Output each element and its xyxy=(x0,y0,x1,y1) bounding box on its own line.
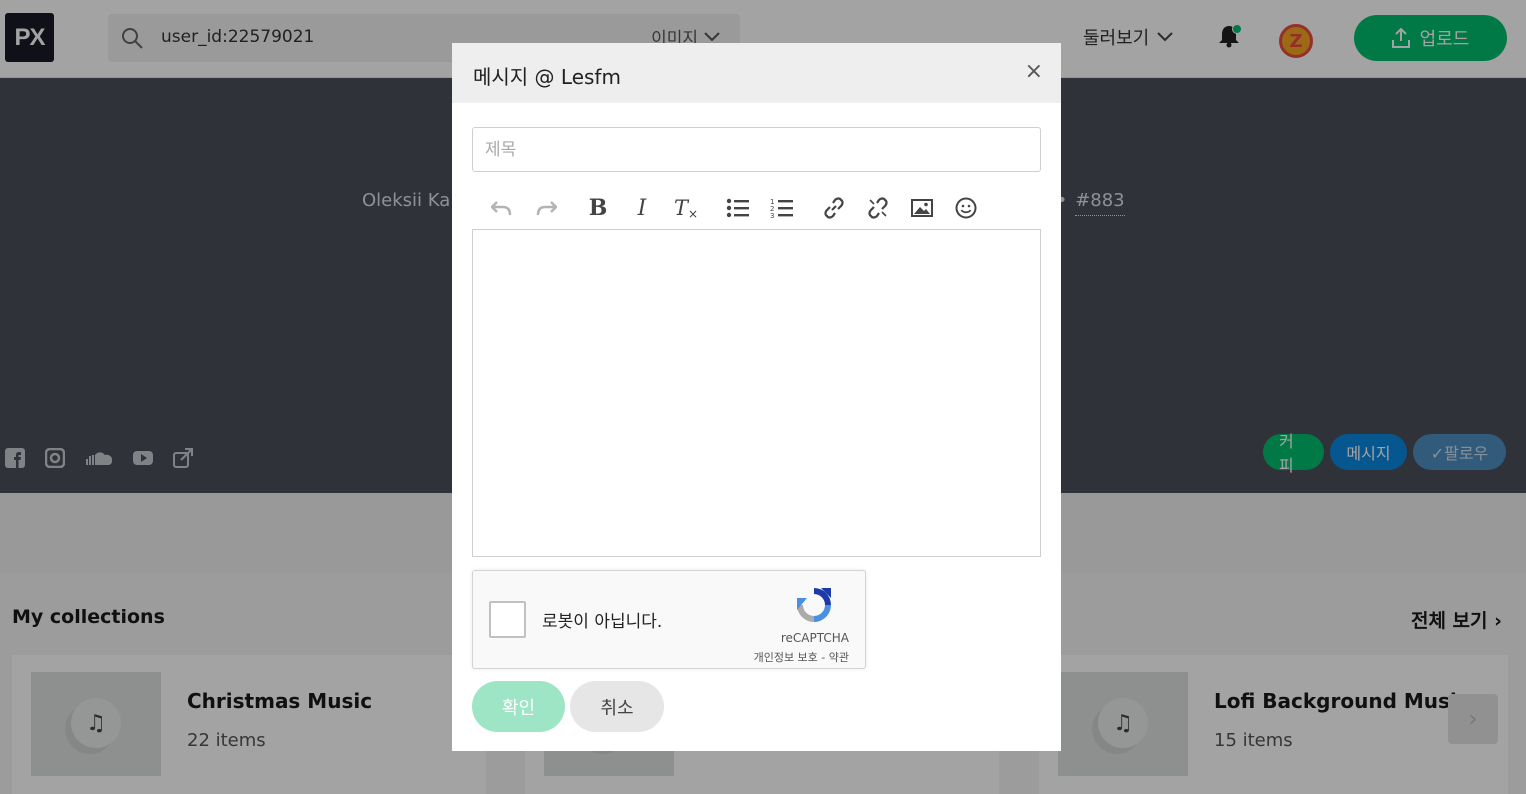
clear-format-icon[interactable]: T × xyxy=(664,191,708,225)
confirm-button[interactable]: 확인 xyxy=(472,681,565,732)
redo-icon[interactable] xyxy=(524,191,568,225)
cancel-button[interactable]: 취소 xyxy=(570,681,664,732)
svg-text:3: 3 xyxy=(770,212,774,219)
message-dialog: 메시지 @ Lesfm × B I T× 123 로봇이 아닙니다. reCAP… xyxy=(452,43,1061,751)
editor-toolbar: B I T × 123 xyxy=(480,191,988,225)
recaptcha-terms-link[interactable]: 개인정보 보호 - 약관 xyxy=(754,649,849,665)
numbered-list-icon[interactable]: 123 xyxy=(760,191,804,225)
italic-icon[interactable]: I xyxy=(620,191,664,225)
recaptcha-label: 로봇이 아닙니다. xyxy=(542,612,663,632)
subject-input[interactable] xyxy=(472,127,1041,172)
message-editor[interactable] xyxy=(472,229,1041,557)
bold-icon[interactable]: B xyxy=(576,191,620,225)
recaptcha-widget: 로봇이 아닙니다. reCAPTCHA 개인정보 보호 - 약관 xyxy=(472,570,866,669)
recaptcha-logo-icon xyxy=(797,588,831,622)
close-icon[interactable]: × xyxy=(1025,59,1043,84)
image-icon[interactable] xyxy=(900,191,944,225)
unlink-icon[interactable] xyxy=(856,191,900,225)
recaptcha-brand: reCAPTCHA xyxy=(780,631,849,645)
dialog-title: 메시지 @ Lesfm xyxy=(473,65,621,89)
emoji-icon[interactable] xyxy=(944,191,988,225)
undo-icon[interactable] xyxy=(480,191,524,225)
recaptcha-checkbox[interactable] xyxy=(489,601,526,638)
dialog-header: 메시지 @ Lesfm × xyxy=(452,43,1061,103)
bullet-list-icon[interactable] xyxy=(716,191,760,225)
link-icon[interactable] xyxy=(812,191,856,225)
